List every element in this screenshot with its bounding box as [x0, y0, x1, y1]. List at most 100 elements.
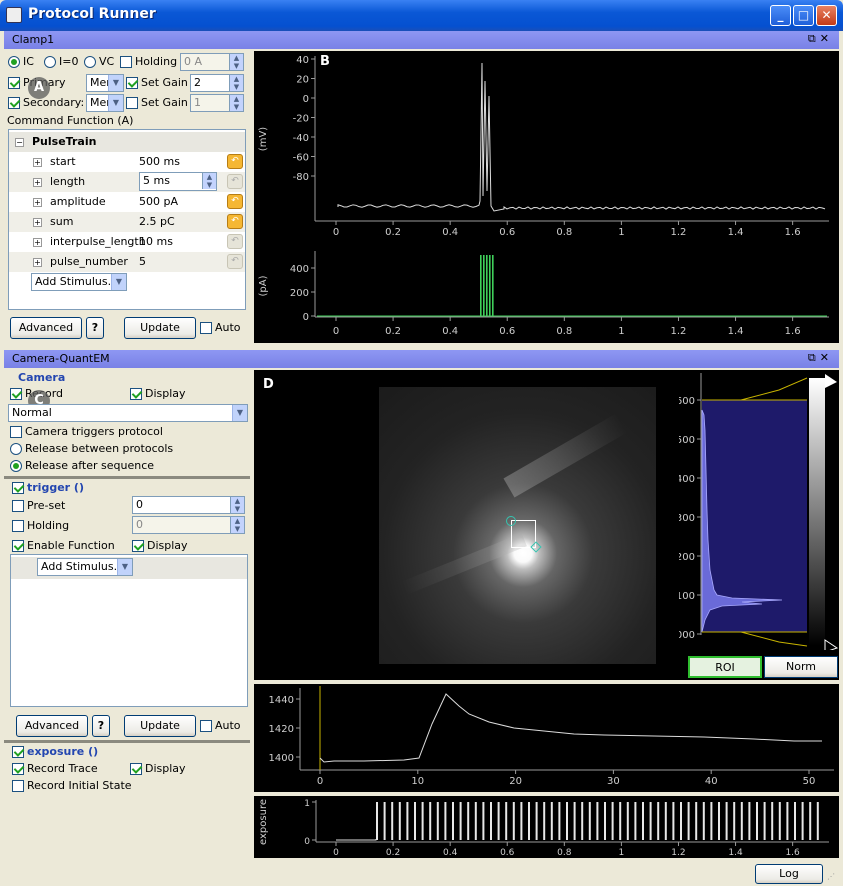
param-row-pulse-number[interactable]: + pulse_number 5 ↶ — [9, 252, 245, 272]
help-button[interactable]: ? — [86, 317, 104, 339]
camera-section-title: Camera — [18, 371, 66, 384]
camera-image-panel[interactable]: D 1600 1500 1400 1300 1200 1100 1000 ROI Norm — [254, 370, 839, 680]
camera-image[interactable] — [379, 387, 656, 664]
secondary-combo[interactable]: Mem ▼ — [86, 94, 124, 112]
mode-i0[interactable]: I=0 — [44, 55, 78, 68]
tree-root[interactable]: − PulseTrain — [9, 132, 245, 152]
secondary-set-gain-checkbox[interactable]: Set Gain — [126, 96, 188, 109]
param-value[interactable]: 10 ms — [139, 235, 173, 248]
param-row-interpulse-length[interactable]: + interpulse_length 10 ms ↶ — [9, 232, 245, 252]
reset-default-icon[interactable]: ↶ — [227, 214, 243, 229]
exposure-pulse — [687, 802, 690, 840]
camera-triggers-checkbox[interactable]: Camera triggers protocol — [10, 425, 163, 438]
advanced-button[interactable]: Advanced — [10, 317, 82, 339]
add-stimulus-combo[interactable]: Add Stimulus.. ▼ — [31, 273, 127, 291]
reset-default-icon[interactable]: ↶ — [227, 254, 243, 269]
preset-checkbox[interactable]: Pre-set — [12, 499, 65, 512]
x-tick-label: 50 — [803, 776, 816, 787]
exposure-enable-checkbox[interactable]: exposure () — [12, 745, 98, 758]
exposure-display-checkbox[interactable]: Display — [130, 762, 186, 775]
expand-icon[interactable]: + — [33, 237, 42, 247]
exposure-pulse — [611, 802, 614, 840]
holding-spinbox[interactable]: 0 A ▲ ▼ — [180, 53, 244, 71]
auto-checkbox[interactable]: Auto — [200, 321, 241, 334]
mode-vc[interactable]: VC — [84, 55, 114, 68]
camera-dock-bar[interactable]: Camera-QuantEM ⧉✕ — [4, 350, 839, 368]
clamp-dock-bar[interactable]: Clamp1 ⧉✕ — [4, 31, 839, 49]
update-button[interactable]: Update — [124, 317, 196, 339]
param-row-sum[interactable]: + sum 2.5 pC ↶ — [9, 212, 245, 232]
roi-button[interactable]: ROI — [688, 656, 762, 678]
trigger-stimulus-tree[interactable]: Add Stimulus.. ▼ — [10, 554, 248, 707]
exposure-plot-area[interactable]: 1 0 exposure 0 0.2 0.4 0.6 0.8 1 1.2 1.4 1.6 — [254, 796, 839, 858]
trigger-auto-checkbox[interactable]: Auto — [200, 719, 241, 732]
minimize-button[interactable]: _ — [770, 5, 791, 26]
exposure-pulse — [550, 802, 553, 840]
maximize-button[interactable]: □ — [793, 5, 814, 26]
secondary-checkbox[interactable]: Secondary: — [8, 96, 84, 109]
x-tick-label: 0.2 — [385, 326, 401, 337]
reset-default-icon[interactable]: ↶ — [227, 154, 243, 169]
gradient-max-handle — [825, 374, 837, 388]
exposure-pulse — [436, 802, 439, 840]
gradient-min-handle — [824, 639, 839, 650]
preset-spinbox[interactable]: 0 ▲ ▼ — [132, 496, 245, 514]
expand-icon[interactable]: + — [33, 257, 42, 267]
trigger-help-button[interactable]: ? — [92, 715, 110, 737]
trigger-holding-checkbox[interactable]: Holding — [12, 519, 69, 532]
x-tick-label: 0.2 — [386, 848, 400, 858]
resize-grip-icon[interactable]: ⋰ — [827, 872, 835, 881]
display-checkbox[interactable]: Display — [130, 387, 186, 400]
record-trace-checkbox[interactable]: Record Trace — [12, 762, 98, 775]
primary-gain-spinbox[interactable]: 2 ▲ ▼ — [190, 74, 244, 92]
param-row-amplitude[interactable]: + amplitude 500 pA ↶ — [9, 192, 245, 212]
trigger-advanced-button[interactable]: Advanced — [16, 715, 88, 737]
reset-default-icon[interactable]: ↶ — [227, 234, 243, 249]
reset-default-icon[interactable]: ↶ — [227, 194, 243, 209]
release-between-radio[interactable]: Release between protocols — [10, 442, 173, 455]
enable-function-checkbox[interactable]: Enable Function — [12, 539, 115, 552]
exposure-pulse — [626, 802, 629, 840]
trigger-holding-spinbox[interactable]: 0 ▲ ▼ — [132, 516, 245, 534]
trigger-add-stimulus-combo[interactable]: Add Stimulus.. ▼ — [37, 558, 133, 576]
param-value[interactable]: 500 pA — [139, 195, 178, 208]
splitter-2[interactable] — [4, 740, 250, 743]
mode-ic[interactable]: IC — [8, 55, 34, 68]
expand-icon[interactable]: + — [33, 197, 42, 207]
roi-rotate-handle[interactable] — [506, 516, 516, 526]
y-axis-label: (pA) — [258, 275, 269, 296]
record-initial-checkbox[interactable]: Record Initial State — [12, 779, 132, 792]
log-button[interactable]: Log — [755, 864, 823, 884]
reset-default-icon[interactable]: ↶ — [227, 174, 243, 189]
expand-icon[interactable]: + — [33, 157, 42, 167]
trigger-enable-checkbox[interactable]: trigger () — [12, 481, 84, 494]
roi-plot-area[interactable]: 1440 1420 1400 0 10 20 30 40 50 — [254, 684, 839, 792]
trigger-mode-combo[interactable]: Normal ▼ — [8, 404, 248, 422]
x-tick-label: 0.6 — [499, 227, 515, 238]
clamp-plot-svg: 40200-20-40-60-80(mV)0 0.2 0.4 0.6 0.8 1 1.2 1.… — [258, 55, 829, 337]
expand-icon[interactable]: + — [33, 177, 42, 187]
release-after-radio[interactable]: Release after sequence — [10, 459, 154, 472]
param-value[interactable]: 5 ms ▲ ▼ — [139, 172, 217, 191]
expand-icon[interactable]: + — [33, 217, 42, 227]
clamp-plot-area[interactable]: B 40 20 0 -20 -40 -60 -80 (mV) 0 0.2 0.4 0.6 0.8 1 1.2… — [254, 51, 839, 343]
norm-button[interactable]: Norm — [764, 656, 838, 678]
close-button[interactable]: ✕ — [816, 5, 837, 26]
param-row-start[interactable]: + start 500 ms ↶ — [9, 152, 245, 172]
holding-checkbox[interactable]: Holding — [120, 55, 177, 68]
histogram-svg[interactable]: 1600 1500 1400 1300 1200 1100 1000 — [679, 370, 839, 650]
dock-float-close-icons-2[interactable]: ⧉✕ — [808, 351, 833, 365]
dock-float-close-icons[interactable]: ⧉✕ — [808, 32, 833, 46]
hist-tick-label: 1300 — [679, 513, 695, 524]
param-value[interactable]: 2.5 pC — [139, 215, 175, 228]
stimulus-tree[interactable]: − PulseTrain + start 500 ms ↶ + length 5 ms ▲ ▼ ↶ +… — [8, 129, 246, 310]
trigger-display-checkbox[interactable]: Display — [132, 539, 188, 552]
trigger-update-button[interactable]: Update — [124, 715, 196, 737]
primary-set-gain-checkbox[interactable]: Set Gain — [126, 76, 188, 89]
primary-combo[interactable]: Mem ▼ — [86, 74, 124, 92]
param-row-length[interactable]: + length 5 ms ▲ ▼ ↶ — [9, 172, 245, 192]
param-value[interactable]: 5 — [139, 255, 146, 268]
secondary-gain-spinbox[interactable]: 1 ▲ ▼ — [190, 94, 244, 112]
param-value[interactable]: 500 ms — [139, 155, 180, 168]
splitter[interactable] — [4, 476, 250, 479]
